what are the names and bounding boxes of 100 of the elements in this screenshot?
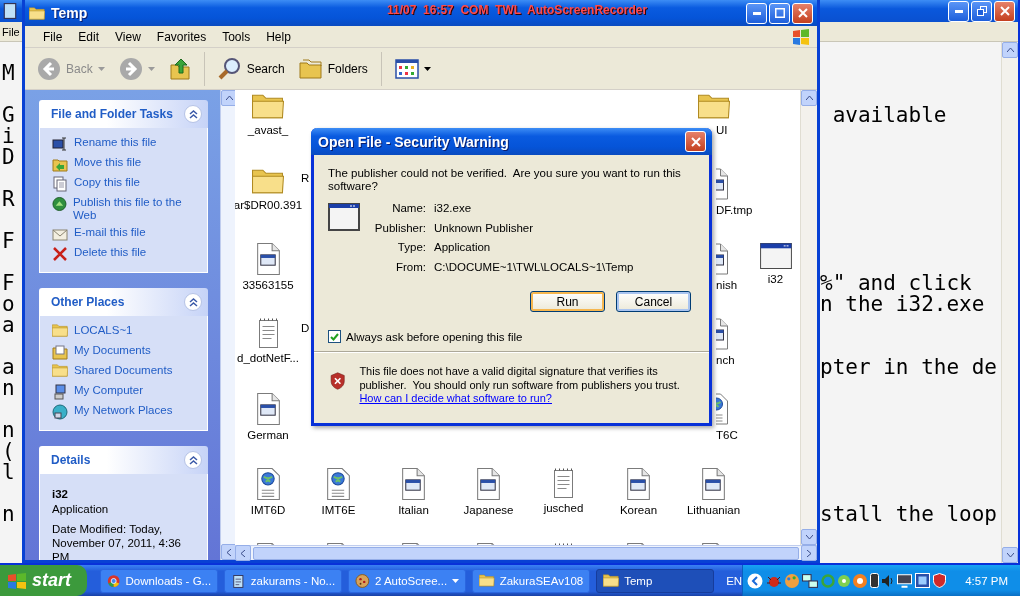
taskbar-button[interactable]: zakurams - No... [224,568,343,593]
text-line: n [2,420,16,441]
minimize-button[interactable] [948,0,969,22]
collapse-button[interactable] [184,105,202,123]
file-label[interactable]: jusched [543,502,584,514]
menu-item[interactable]: Edit [70,29,108,44]
task-link[interactable]: Delete this file [52,246,199,262]
scroll-down-button[interactable] [801,529,817,545]
maximize-button[interactable] [769,2,790,24]
menu-item[interactable]: Favorites [148,29,215,44]
scroll-thumb[interactable] [253,546,799,560]
file-label[interactable]: Korean [619,504,658,516]
folders-button[interactable]: Folders [294,51,372,86]
file-label[interactable]: d_dotNetF... [237,352,299,364]
file-label[interactable]: IMT6E [321,504,356,516]
search-button[interactable]: Search [213,51,289,86]
app-icon [853,573,868,588]
file-label[interactable]: 33563155 [242,279,294,291]
file-label[interactable]: Lithuanian [686,504,741,516]
scroll-left-button[interactable] [235,545,251,561]
task-link[interactable]: Shared Documents [52,364,199,380]
file-label[interactable]: T6C [716,429,738,441]
minimize-button[interactable] [746,2,767,24]
chevron-icon [747,572,764,589]
taskbar-button[interactable]: Temp [596,568,715,593]
checkbox[interactable] [328,330,341,343]
chevron-up-icon [188,109,198,119]
text-line: n [2,504,16,525]
close-button[interactable] [994,0,1015,22]
menu-item[interactable]: Help [258,29,299,44]
start-button[interactable]: start [0,565,88,596]
file-label[interactable]: Italian [398,504,429,516]
close-button[interactable] [792,2,813,24]
task-link[interactable]: Rename this file [52,136,199,152]
field-value: i32.exe [434,201,473,216]
text-line: F [2,231,16,252]
scroll-right-button[interactable] [801,545,817,561]
file-label[interactable]: D [301,322,310,334]
taskbar-button[interactable]: Downloads - G... [100,568,219,593]
text-line: stall the loop [820,504,997,525]
file-label[interactable]: ar$DR00.391 [235,199,303,211]
file-label[interactable]: German [247,429,289,441]
document-icon [402,468,425,500]
close-icon [690,136,701,147]
document-icon [702,468,725,500]
task-link[interactable]: Publish this file to the Web [52,196,199,222]
arrow-down-icon [805,535,813,539]
file-label[interactable]: Japanese [463,504,514,516]
task-link[interactable]: E-mail this file [52,226,199,242]
help-link[interactable]: How can I decide what software to run? [359,392,552,406]
menu-item[interactable]: File [35,29,71,44]
file-label[interactable]: _avast_ [247,124,289,136]
file-label[interactable]: DF.tmp [716,204,753,216]
task-link[interactable]: My Network Places [52,404,199,420]
restore-button[interactable] [971,0,992,22]
file-label[interactable]: IMT6D [250,504,286,516]
copy-icon [52,176,68,192]
scroll-down-button[interactable] [1002,547,1018,563]
cancel-button[interactable]: Cancel [616,291,691,312]
text-line: l [2,462,16,483]
dialog-title: Open File - Security Warning [318,133,509,150]
file-label[interactable]: nch [716,354,735,366]
text-line: n [2,378,16,399]
collapse-button[interactable] [184,451,202,469]
text-line: pter in the de [820,357,997,378]
folder-icon [29,6,45,20]
collapse-button[interactable] [184,293,202,311]
maximize-icon [774,8,785,18]
document-icon [477,468,500,500]
recorder-stamp-text: 11/07 16:57 COM TWL AutoScreenRecorder [387,3,648,17]
file-label[interactable]: UI [716,124,728,136]
task-link[interactable]: LOCALS~1 [52,324,199,340]
task-link[interactable]: My Documents [52,344,199,360]
phone-icon [870,573,880,588]
close-button[interactable] [685,131,706,152]
taskbar-button[interactable]: ZakuraSEAv108 [472,568,591,593]
scroll-up-button[interactable] [801,90,817,106]
menu-item[interactable]: View [107,29,149,44]
file-label[interactable]: R [301,172,310,184]
scroll-up-button[interactable] [1002,42,1018,58]
folder-icon [252,93,284,120]
file-label[interactable]: nish [716,279,738,291]
file-label[interactable]: i32 [767,273,784,285]
monitor-icon [897,573,913,588]
task-link[interactable]: Move this file [52,156,199,172]
field-value: C:\DOCUME~1\TWL\LOCALS~1\Temp [434,259,634,275]
field-label: Name: [391,201,426,216]
menu-item[interactable]: File [2,25,20,38]
text-line: o [2,294,16,315]
menu-item[interactable]: Tools [214,29,259,44]
views-icon [394,58,419,79]
run-button[interactable]: Run [530,291,605,312]
arrow-up-icon [1006,48,1014,52]
task-link[interactable]: Copy this file [52,176,199,192]
chevron-up-icon [188,455,198,465]
task-link[interactable]: My Computer [52,384,199,400]
taskbar-button[interactable]: 2 AutoScree... [348,568,467,593]
language-indicator[interactable]: EN [726,574,743,587]
caret-icon [147,66,155,71]
network-icon [52,404,68,420]
